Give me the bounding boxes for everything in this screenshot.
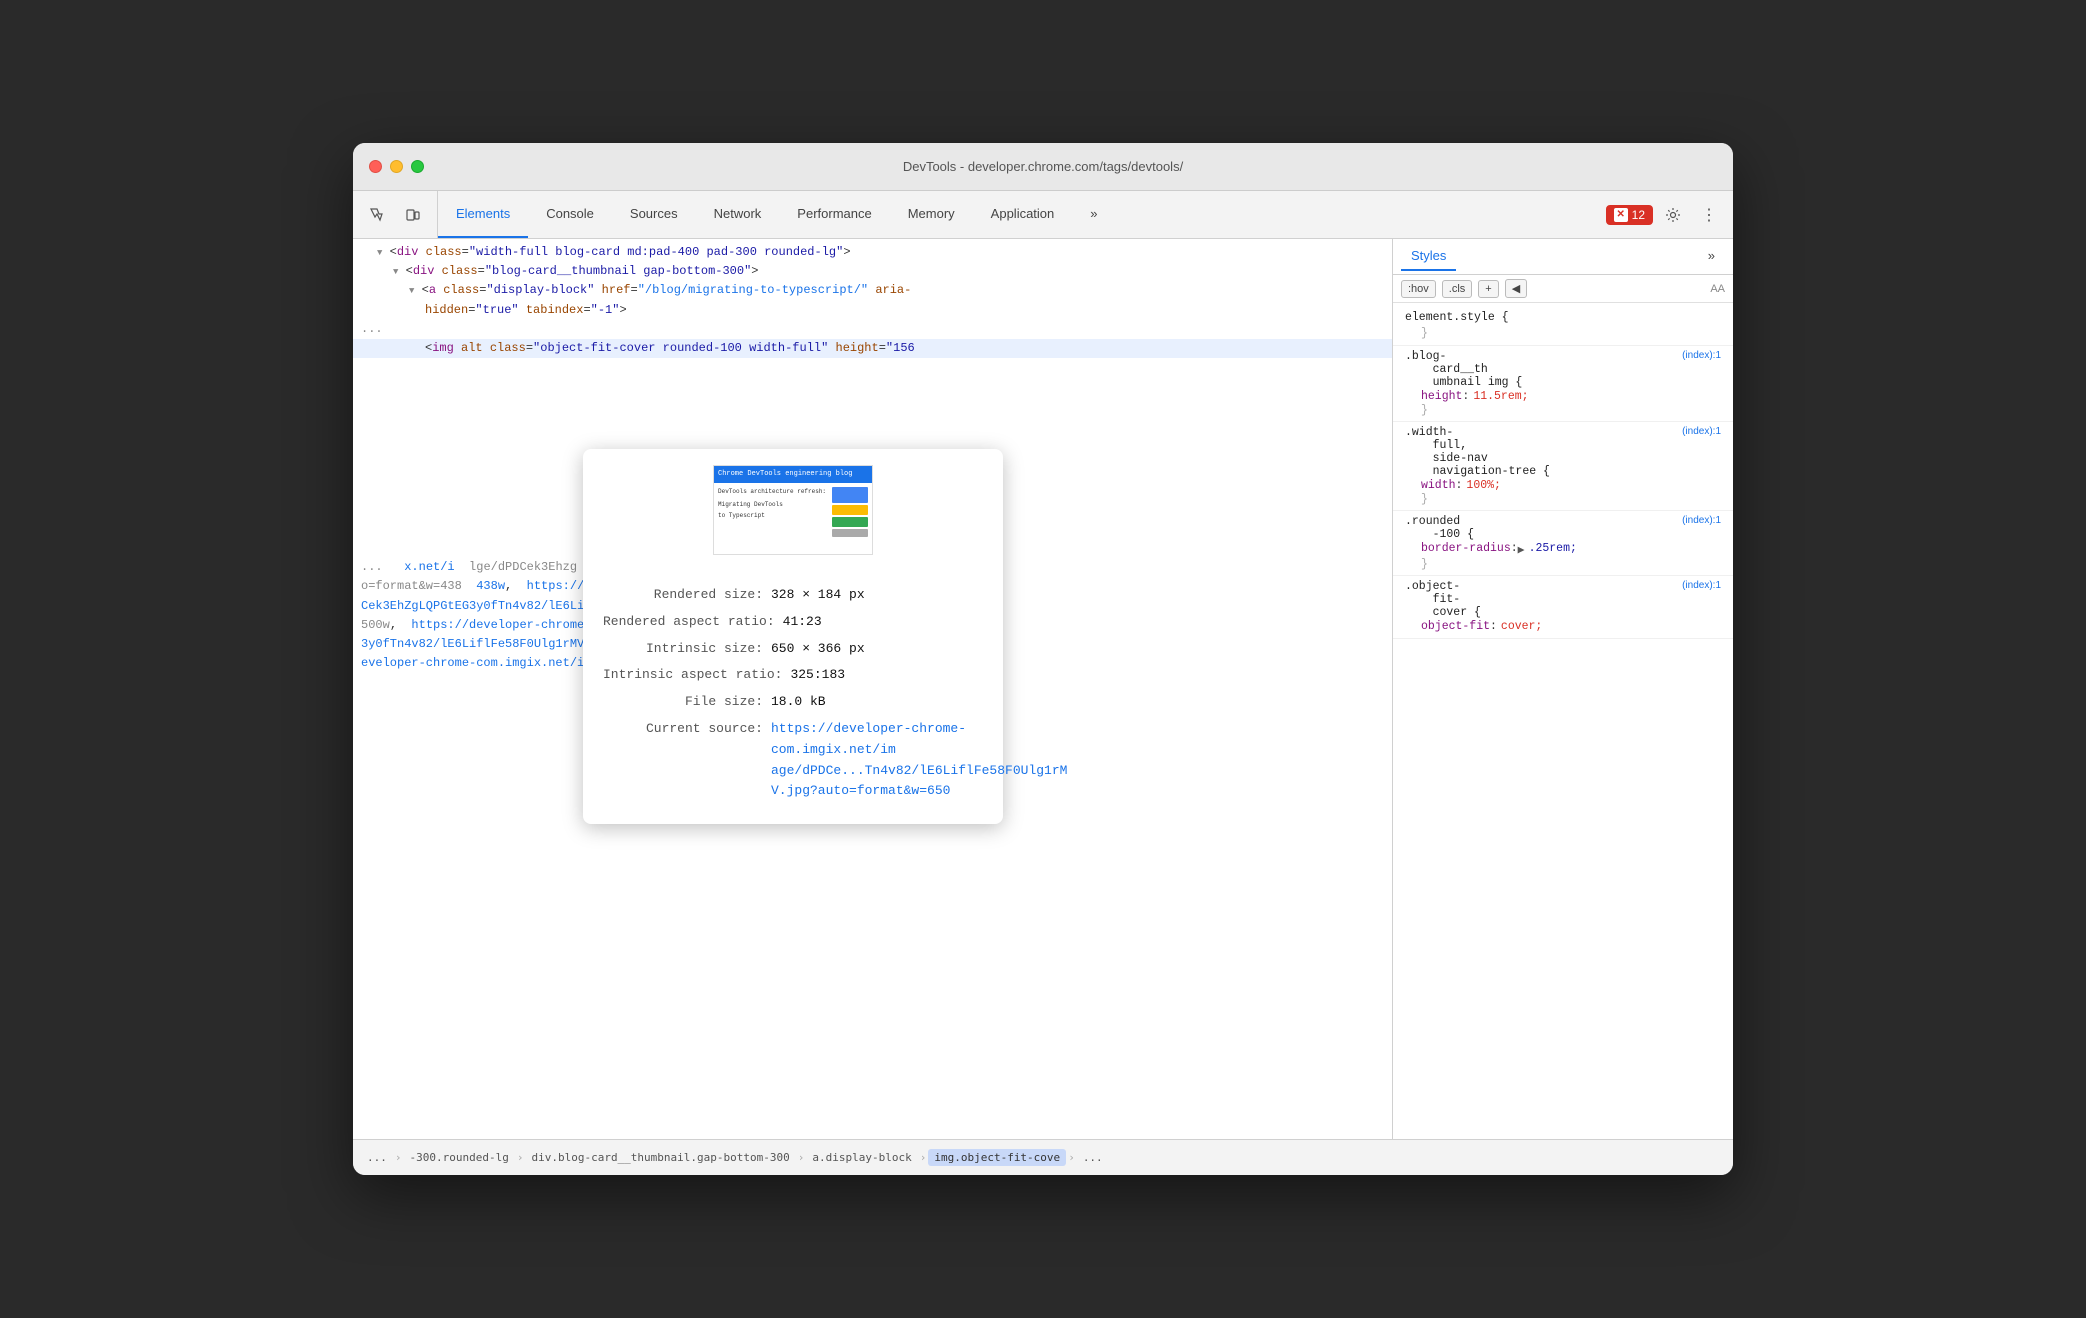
style-rule-object-fit: .object- fit- cover { (index):1 object-f… [1393, 576, 1733, 639]
breadcrumb-bar: ... › -300.rounded-lg › div.blog-card__t… [353, 1139, 1733, 1175]
tab-sources[interactable]: Sources [612, 191, 696, 238]
style-prop-object-fit: object-fit: cover; [1405, 619, 1721, 634]
breadcrumb-sep: › [796, 1151, 807, 1164]
preview-graphics [832, 487, 868, 550]
more-options-icon[interactable]: ⋮ [1693, 199, 1725, 231]
expand-triangle[interactable]: ▶ [1518, 542, 1525, 557]
breadcrumb-item[interactable]: -300.rounded-lg [404, 1149, 515, 1166]
styles-toolbar: Styles » [1393, 239, 1733, 275]
tooltip-current-source: Current source: https://developer-chrome… [603, 719, 983, 802]
tooltip-file-size: File size: 18.0 kB [603, 692, 983, 713]
breadcrumb-item-active[interactable]: img.object-fit-cove [928, 1149, 1066, 1166]
style-selector: .object- fit- cover { [1405, 580, 1481, 619]
dom-line[interactable]: ▼ <div class="blog-card__thumbnail gap-b… [353, 262, 1392, 281]
close-button[interactable] [369, 160, 382, 173]
style-source[interactable]: (index):1 [1682, 580, 1721, 591]
tab-elements[interactable]: Elements [438, 191, 528, 238]
pseudo-cls-btn[interactable]: .cls [1442, 280, 1473, 298]
style-selector: element.style { [1405, 311, 1509, 324]
style-rule-width-full: .width- full, side-nav navigation-tree {… [1393, 422, 1733, 511]
tab-more[interactable]: » [1072, 191, 1115, 238]
devtools-body: ▼ <div class="width-full blog-card md:pa… [353, 239, 1733, 1139]
tooltip-rendered-aspect: Rendered aspect ratio: 41:23 [603, 612, 983, 633]
inspect-icon[interactable] [361, 199, 393, 231]
aa-label: AA [1710, 283, 1725, 295]
image-tooltip: Chrome DevTools engineering blog DevTool… [583, 449, 1003, 824]
tab-console[interactable]: Console [528, 191, 612, 238]
styles-toolbar-right: » [1698, 242, 1725, 271]
style-rule-element: element.style { } [1393, 307, 1733, 346]
style-close-brace: } [1405, 493, 1721, 506]
error-badge[interactable]: ✕ 12 [1606, 205, 1653, 225]
breadcrumb-item[interactable]: ... [1077, 1149, 1109, 1166]
dom-line[interactable]: ▼ <a class="display-block" href="/blog/m… [353, 281, 1392, 300]
style-close-brace: } [1405, 558, 1721, 571]
dom-content: ▼ <div class="width-full blog-card md:pa… [353, 239, 1392, 677]
tab-styles-more[interactable]: » [1698, 242, 1725, 271]
tooltip-intrinsic-size: Intrinsic size: 650 × 366 px [603, 639, 983, 660]
breadcrumb-item[interactable]: a.display-block [806, 1149, 917, 1166]
style-rule-blog-card-thumbnail: .blog- card__th umbnail img { (index):1 … [1393, 346, 1733, 422]
tab-memory[interactable]: Memory [890, 191, 973, 238]
error-icon: ✕ [1614, 208, 1628, 222]
toolbar-left-icons [353, 191, 438, 238]
style-selector: .rounded -100 { [1405, 515, 1474, 541]
dom-img-line[interactable]: <img alt class="object-fit-cover rounded… [353, 339, 1392, 358]
breadcrumb-sep: › [393, 1151, 404, 1164]
dom-line-ellipsis[interactable]: ... [353, 320, 1392, 339]
tooltip-source-link[interactable]: https://developer-chrome-com.imgix.net/i… [771, 719, 1067, 802]
style-close-brace: } [1405, 404, 1721, 417]
minimize-button[interactable] [390, 160, 403, 173]
dom-line[interactable]: ▼ <div class="width-full blog-card md:pa… [353, 243, 1392, 262]
preview-header: Chrome DevTools engineering blog [714, 466, 872, 483]
image-preview: Chrome DevTools engineering blog DevTool… [713, 465, 873, 555]
toolbar-right: ✕ 12 ⋮ [1598, 191, 1733, 238]
pseudo-hov-btn[interactable]: :hov [1401, 280, 1436, 298]
pseudo-back-btn[interactable]: ◀ [1505, 279, 1527, 298]
window-title: DevTools - developer.chrome.com/tags/dev… [903, 159, 1183, 174]
pseudo-add-btn[interactable]: + [1478, 280, 1498, 298]
dom-panel[interactable]: ▼ <div class="width-full blog-card md:pa… [353, 239, 1393, 1139]
style-prop-border-radius: border-radius: ▶ .25rem; [1405, 541, 1721, 558]
devtools-toolbar: Elements Console Sources Network Perform… [353, 191, 1733, 239]
style-rule-rounded: .rounded -100 { (index):1 border-radius:… [1393, 511, 1733, 576]
dom-line[interactable]: hidden="true" tabindex="-1"> [353, 301, 1392, 320]
tab-performance[interactable]: Performance [779, 191, 889, 238]
style-selector: .blog- card__th umbnail img { [1405, 350, 1522, 389]
tab-network[interactable]: Network [696, 191, 780, 238]
style-prop-height: height: 11.5rem; [1405, 389, 1721, 404]
tooltip-intrinsic-aspect: Intrinsic aspect ratio: 325:183 [603, 665, 983, 686]
settings-icon[interactable] [1657, 199, 1689, 231]
breadcrumb-sep: › [515, 1151, 526, 1164]
main-tabs: Elements Console Sources Network Perform… [438, 191, 1598, 238]
style-prop-width: width: 100%; [1405, 478, 1721, 493]
pseudo-buttons: :hov .cls + ◀ AA [1393, 275, 1733, 303]
style-source[interactable]: (index):1 [1682, 515, 1721, 526]
breadcrumb-item[interactable]: ... [361, 1149, 393, 1166]
title-bar: DevTools - developer.chrome.com/tags/dev… [353, 143, 1733, 191]
device-toolbar-icon[interactable] [397, 199, 429, 231]
devtools-window: DevTools - developer.chrome.com/tags/dev… [353, 143, 1733, 1175]
breadcrumb-item[interactable]: div.blog-card__thumbnail.gap-bottom-300 [525, 1149, 795, 1166]
tooltip-rendered-size: Rendered size: 328 × 184 px [603, 585, 983, 606]
style-selector: .width- full, side-nav navigation-tree { [1405, 426, 1550, 478]
style-source[interactable]: (index):1 [1682, 426, 1721, 437]
maximize-button[interactable] [411, 160, 424, 173]
tab-styles[interactable]: Styles [1401, 242, 1456, 271]
styles-content: element.style { } .blog- card__th umbnai… [1393, 303, 1733, 1139]
breadcrumb-sep: › [1066, 1151, 1077, 1164]
tab-application[interactable]: Application [973, 191, 1073, 238]
preview-text: DevTools architecture refresh: Migrating… [718, 487, 828, 550]
breadcrumb-sep: › [918, 1151, 929, 1164]
styles-panel: Styles » :hov .cls + ◀ AA [1393, 239, 1733, 1139]
traffic-lights [369, 160, 424, 173]
style-prop: } [1405, 326, 1721, 341]
style-source[interactable]: (index):1 [1682, 350, 1721, 361]
